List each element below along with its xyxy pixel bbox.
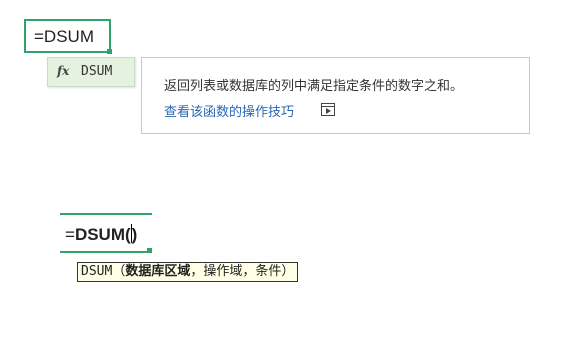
- formula-cell[interactable]: =DSUM: [24, 19, 111, 53]
- function-tips-link[interactable]: 查看该函数的操作技巧: [164, 101, 294, 120]
- function-description-tooltip: 返回列表或数据库的列中满足指定条件的数字之和。 查看该函数的操作技巧: [141, 57, 530, 134]
- arg-hint-criteria[interactable]: 条件: [255, 264, 281, 279]
- arg-hint-database[interactable]: 数据库区域: [125, 264, 190, 279]
- arg-hint-sep: ，: [190, 264, 204, 279]
- editing-formula-cell[interactable]: =DSUM(): [65, 224, 137, 245]
- arg-hint-field[interactable]: 操作域: [203, 264, 242, 279]
- arg-hint-function: DSUM: [81, 264, 113, 279]
- formula-function-name: DSUM(: [74, 225, 131, 244]
- cell-formula-text: =DSUM: [34, 27, 94, 46]
- arg-hint-close: ）: [281, 264, 295, 279]
- video-play-icon[interactable]: [321, 103, 335, 116]
- fill-handle[interactable]: [107, 49, 112, 54]
- fx-icon: fx: [57, 64, 70, 78]
- arg-hint-open: （: [112, 264, 126, 279]
- suggestion-label: DSUM: [81, 64, 113, 79]
- cell-border-bottom: [60, 251, 152, 253]
- argument-hint-tooltip: DSUM（数据库区域，操作域，条件）: [77, 262, 299, 282]
- function-description: 返回列表或数据库的列中满足指定条件的数字之和。: [164, 79, 464, 94]
- formula-close-paren: ): [131, 225, 138, 244]
- fill-handle[interactable]: [147, 248, 152, 253]
- function-suggestion-item[interactable]: fx DSUM: [47, 57, 135, 87]
- cell-border-top: [60, 213, 152, 215]
- arg-hint-sep: ，: [242, 264, 256, 279]
- formula-equals: =: [65, 225, 75, 244]
